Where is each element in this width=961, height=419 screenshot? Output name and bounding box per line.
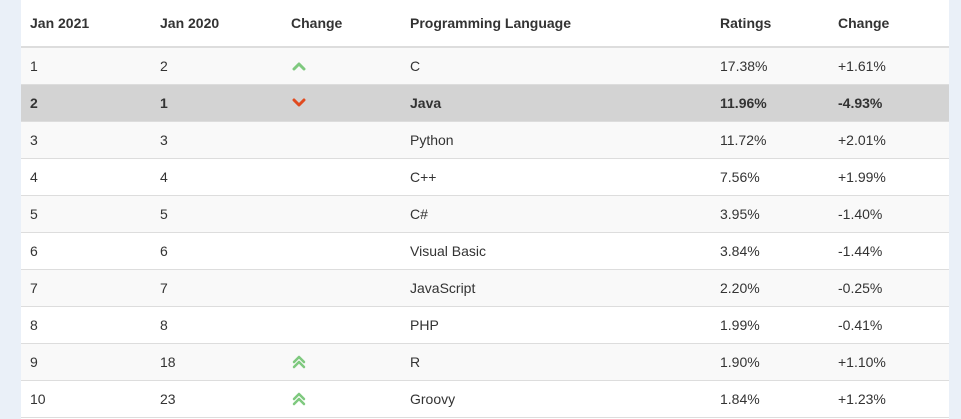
language-cell: JavaScript	[401, 269, 711, 307]
table-row: 3 3 Python 11.72% +2.01%	[21, 121, 949, 159]
rank-2021-cell: 1	[21, 47, 151, 85]
rating-cell: 2.20%	[711, 269, 829, 307]
chevron-down-icon	[291, 98, 401, 108]
chevron-up-icon	[291, 61, 401, 71]
language-cell: C++	[401, 158, 711, 196]
rank-2020-cell: 8	[151, 306, 282, 344]
table-row: 4 4 C++ 7.56% +1.99%	[21, 158, 949, 196]
rank-2020-cell: 2	[151, 47, 282, 85]
rank-2021-cell: 2	[21, 84, 151, 122]
rank-change-cell	[282, 158, 401, 196]
language-cell: C#	[401, 195, 711, 233]
language-cell: PHP	[401, 306, 711, 344]
rating-change-cell: +1.10%	[829, 343, 949, 381]
rating-cell: 3.84%	[711, 232, 829, 270]
rank-change-cell	[282, 343, 401, 381]
header-ratings[interactable]: Ratings	[711, 0, 829, 48]
rank-change-cell	[282, 47, 401, 85]
rank-2020-cell: 5	[151, 195, 282, 233]
double-chevron-up-icon	[291, 392, 401, 406]
ranking-table-panel: Jan 2021 Jan 2020 Change Programming Lan…	[21, 0, 949, 419]
rating-cell: 1.90%	[711, 343, 829, 381]
rating-change-cell: -0.25%	[829, 269, 949, 307]
table-body: 1 2 C 17.38% +1.61% 2 1 Java 11.96% -4.93% 3 3 Pytho…	[21, 47, 949, 418]
header-jan-2020[interactable]: Jan 2020	[151, 0, 282, 48]
rating-change-cell: -0.41%	[829, 306, 949, 344]
rank-2021-cell: 3	[21, 121, 151, 159]
rating-cell: 11.96%	[711, 84, 829, 122]
rank-2021-cell: 5	[21, 195, 151, 233]
table-row: 9 18 R 1.90% +1.10%	[21, 343, 949, 381]
rank-change-cell	[282, 121, 401, 159]
rank-2021-cell: 6	[21, 232, 151, 270]
rank-2020-cell: 18	[151, 343, 282, 381]
table-row: 6 6 Visual Basic 3.84% -1.44%	[21, 232, 949, 270]
double-chevron-up-icon	[291, 355, 401, 369]
rank-2021-cell: 10	[21, 380, 151, 418]
language-cell: Groovy	[401, 380, 711, 418]
rank-2021-cell: 8	[21, 306, 151, 344]
rating-cell: 1.84%	[711, 380, 829, 418]
rating-cell: 3.95%	[711, 195, 829, 233]
language-cell: Java	[401, 84, 711, 122]
ranking-table: Jan 2021 Jan 2020 Change Programming Lan…	[21, 0, 949, 418]
rank-change-cell	[282, 84, 401, 122]
table-row: 5 5 C# 3.95% -1.40%	[21, 195, 949, 233]
language-cell: C	[401, 47, 711, 85]
rank-change-cell	[282, 380, 401, 418]
language-cell: Visual Basic	[401, 232, 711, 270]
rating-change-cell: -4.93%	[829, 84, 949, 122]
header-jan-2021[interactable]: Jan 2021	[21, 0, 151, 48]
language-cell: R	[401, 343, 711, 381]
table-row: 10 23 Groovy 1.84% +1.23%	[21, 380, 949, 418]
rating-cell: 1.99%	[711, 306, 829, 344]
table-row: 2 1 Java 11.96% -4.93%	[21, 84, 949, 122]
table-row: 8 8 PHP 1.99% -0.41%	[21, 306, 949, 344]
language-cell: Python	[401, 121, 711, 159]
rank-2020-cell: 1	[151, 84, 282, 122]
header-rating-change[interactable]: Change	[829, 0, 949, 48]
rank-change-cell	[282, 306, 401, 344]
table-header-row: Jan 2021 Jan 2020 Change Programming Lan…	[21, 0, 949, 48]
rating-cell: 7.56%	[711, 158, 829, 196]
rank-2021-cell: 4	[21, 158, 151, 196]
rating-change-cell: +2.01%	[829, 121, 949, 159]
rank-2020-cell: 3	[151, 121, 282, 159]
rating-change-cell: +1.23%	[829, 380, 949, 418]
rank-change-cell	[282, 232, 401, 270]
header-rank-change[interactable]: Change	[282, 0, 401, 48]
rating-change-cell: +1.99%	[829, 158, 949, 196]
rating-change-cell: -1.40%	[829, 195, 949, 233]
rank-change-cell	[282, 195, 401, 233]
rank-2020-cell: 23	[151, 380, 282, 418]
rating-change-cell: -1.44%	[829, 232, 949, 270]
rating-cell: 11.72%	[711, 121, 829, 159]
rating-cell: 17.38%	[711, 47, 829, 85]
rank-2020-cell: 4	[151, 158, 282, 196]
header-programming-language[interactable]: Programming Language	[401, 0, 711, 48]
rank-2021-cell: 9	[21, 343, 151, 381]
table-row: 1 2 C 17.38% +1.61%	[21, 47, 949, 85]
rank-2020-cell: 7	[151, 269, 282, 307]
table-row: 7 7 JavaScript 2.20% -0.25%	[21, 269, 949, 307]
rank-2021-cell: 7	[21, 269, 151, 307]
rank-2020-cell: 6	[151, 232, 282, 270]
rank-change-cell	[282, 269, 401, 307]
rating-change-cell: +1.61%	[829, 47, 949, 85]
